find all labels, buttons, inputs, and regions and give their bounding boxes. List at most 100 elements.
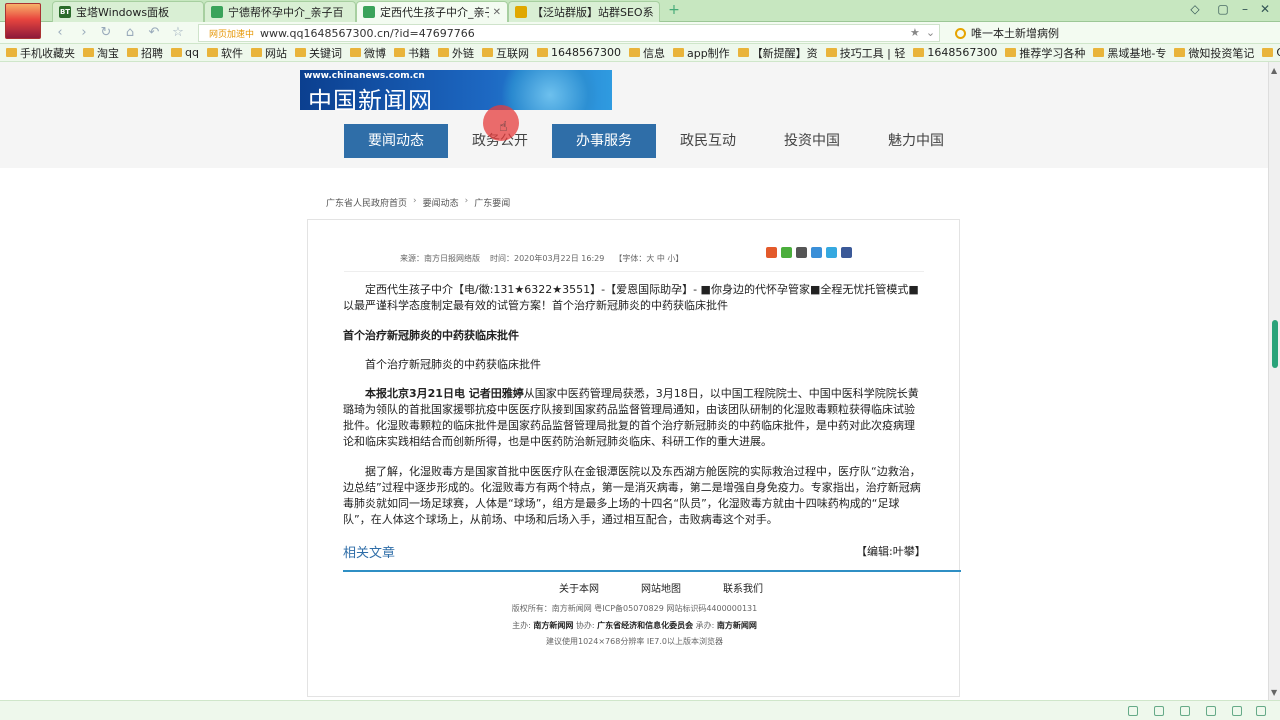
dropdown-icon[interactable]: ⌄: [926, 26, 935, 39]
speed-label: 网页加速中: [209, 29, 255, 40]
bookmark-item[interactable]: QiuQuan's: [1262, 46, 1280, 59]
scroll-down-icon[interactable]: ▼: [1271, 688, 1277, 697]
wechat-icon[interactable]: [781, 247, 792, 258]
folder-icon: [171, 48, 182, 57]
rss-icon[interactable]: [766, 247, 777, 258]
bookmark-item[interactable]: 书籍: [393, 45, 430, 61]
search-input[interactable]: 唯一本土新增病例: [955, 24, 1100, 42]
refresh-icon[interactable]: ↻: [98, 25, 114, 41]
bookmark-label: 手机收藏夹: [20, 46, 75, 60]
co-label: 协办:: [575, 621, 595, 630]
bookmark-item[interactable]: 网站: [250, 45, 287, 61]
bookmark-label: 信息: [642, 46, 665, 60]
bookmark-item[interactable]: 手机收藏夹: [6, 45, 75, 61]
blue-divider: [343, 570, 961, 572]
favorite-icon[interactable]: ★: [910, 26, 920, 39]
footer-link[interactable]: 联系我们: [723, 580, 763, 595]
breadcrumb-link[interactable]: 要闻动态: [423, 196, 459, 209]
scroll-thumb[interactable]: [1272, 320, 1278, 368]
footer-browser-hint: 建议使用1024×768分辨率 IE7.0以上版本浏览器: [545, 637, 723, 646]
menu-item[interactable]: 办事服务: [552, 124, 656, 158]
article-panel: 来源：南方日报网络版 时间：2020年03月22日 16:29 【字体：大 中 …: [307, 219, 961, 697]
site-logo[interactable]: www.chinanews.com.cn 中国新闻网: [300, 70, 612, 110]
bookmark-item[interactable]: 关键词: [294, 45, 342, 61]
related-articles-heading[interactable]: 相关文章: [343, 542, 395, 561]
bookmark-item[interactable]: 淘宝: [83, 45, 119, 61]
bookmark-item[interactable]: 微博: [349, 45, 386, 61]
bookmark-item[interactable]: 黑域基地-专: [1093, 45, 1166, 61]
qq-icon[interactable]: [796, 247, 807, 258]
shield-icon[interactable]: ◇: [1186, 2, 1204, 16]
bookmark-item[interactable]: 技巧工具 | 轻: [825, 45, 905, 61]
tab-dingxi[interactable]: 定西代生孩子中介_亲子 ✕: [356, 1, 508, 22]
zoom-icon[interactable]: [1232, 706, 1242, 716]
leaf-icon: [211, 6, 223, 18]
scroll-up-icon[interactable]: ▲: [1271, 66, 1277, 75]
speed-icon[interactable]: [1154, 706, 1164, 716]
bookmark-star-icon[interactable]: ☆: [170, 25, 186, 41]
bookmark-item[interactable]: 软件: [206, 45, 243, 61]
bookmark-item[interactable]: 招聘: [127, 45, 163, 61]
avatar[interactable]: [5, 3, 41, 39]
menu-item[interactable]: 投资中国: [760, 124, 864, 158]
undertake-name: 南方新闻网: [716, 621, 757, 630]
footer-organizers: 主办: 南方新闻网 协办: 广东省经济和信息化委员会 承办: 南方新闻网: [308, 620, 961, 631]
twitter-icon[interactable]: [826, 247, 837, 258]
footer-link[interactable]: 网站地图: [641, 580, 681, 595]
article-paragraph-2: 据了解，化湿败毒方是国家首批中医医疗队在金银潭医院以及东西湖方舱医院的实际救治过…: [343, 465, 921, 526]
bookmark-label: QiuQuan's: [1276, 46, 1280, 59]
bookmark-item[interactable]: 1648567300: [913, 46, 997, 59]
footer-copyright: 版权所有：南方新闻网 粤ICP备05070829 网站标识码4400000131: [511, 604, 758, 613]
brush-icon[interactable]: [1128, 706, 1138, 716]
site-header: www.chinanews.com.cn 中国新闻网 要闻动态 政务公开 办事服务政…: [0, 62, 1268, 168]
bookmark-item[interactable]: 微知投资笔记: [1174, 45, 1254, 61]
download-manager-icon[interactable]: [1256, 706, 1266, 716]
breadcrumb-link[interactable]: 广东要闻: [474, 196, 510, 209]
vertical-scrollbar[interactable]: ▲ ▼: [1268, 62, 1280, 700]
font-size-control[interactable]: 【字体：大 中 小】: [614, 253, 683, 264]
menu-item[interactable]: 魅力中国: [864, 124, 968, 158]
bookmark-item[interactable]: 【新提醒】资: [737, 45, 818, 61]
search-icon: [955, 27, 966, 39]
bookmark-label: 【新提醒】资: [751, 46, 818, 60]
bookmark-item[interactable]: 外链: [437, 45, 474, 61]
trash-icon[interactable]: [1180, 706, 1190, 716]
menu-item[interactable]: 政民互动: [656, 124, 760, 158]
tab-ningde[interactable]: 宁德帮怀孕中介_亲子百: [204, 1, 356, 22]
footer-link[interactable]: 关于本网: [559, 580, 599, 595]
share-icons: [766, 247, 852, 258]
minimize-button[interactable]: –: [1236, 2, 1254, 16]
logo-url: www.chinanews.com.cn: [304, 71, 425, 81]
folder-icon: [127, 48, 138, 57]
qzone-icon[interactable]: [811, 247, 822, 258]
address-bar[interactable]: 网页加速中 www.qq1648567300.cn/?id=47697766: [198, 24, 940, 42]
folder-icon: [294, 48, 306, 57]
tab-seo[interactable]: 【泛站群版】站群SEO系: [508, 1, 660, 22]
url-text[interactable]: www.qq1648567300.cn/?id=47697766: [260, 27, 475, 40]
menu-item[interactable]: 要闻动态: [344, 124, 448, 158]
status-bar: [0, 700, 1280, 720]
facebook-icon[interactable]: [841, 247, 852, 258]
bookmark-item[interactable]: 信息: [628, 45, 665, 61]
new-tab-button[interactable]: +: [666, 2, 682, 18]
tab-bt-panel[interactable]: BT 宝塔Windows面板: [52, 1, 204, 22]
bookmark-item[interactable]: qq: [171, 46, 199, 59]
bookmark-label: 软件: [220, 46, 243, 60]
close-icon[interactable]: ✕: [493, 7, 501, 18]
undo-icon[interactable]: ↶: [146, 25, 162, 41]
forward-icon[interactable]: ›: [76, 25, 92, 41]
bookmark-item[interactable]: 1648567300: [536, 46, 621, 59]
close-window-button[interactable]: ✕: [1256, 2, 1274, 16]
navigation-bar: ‹ › ↻ ⌂ ↶ ☆ 网页加速中 www.qq1648567300.cn/?i…: [0, 22, 1280, 61]
breadcrumb-link[interactable]: 广东省人民政府首页: [326, 196, 407, 209]
folder-icon: [1005, 48, 1017, 57]
speaker-icon[interactable]: [1206, 706, 1216, 716]
back-icon[interactable]: ‹: [52, 25, 68, 41]
bookmark-item[interactable]: app制作: [672, 45, 730, 61]
bookmark-item[interactable]: 推荐学习各种: [1005, 45, 1085, 61]
folder-icon: [672, 48, 684, 57]
bookmark-label: qq: [185, 46, 199, 59]
home-icon[interactable]: ⌂: [122, 25, 138, 41]
restore-button[interactable]: ▢: [1214, 2, 1232, 16]
bookmark-item[interactable]: 互联网: [481, 45, 529, 61]
